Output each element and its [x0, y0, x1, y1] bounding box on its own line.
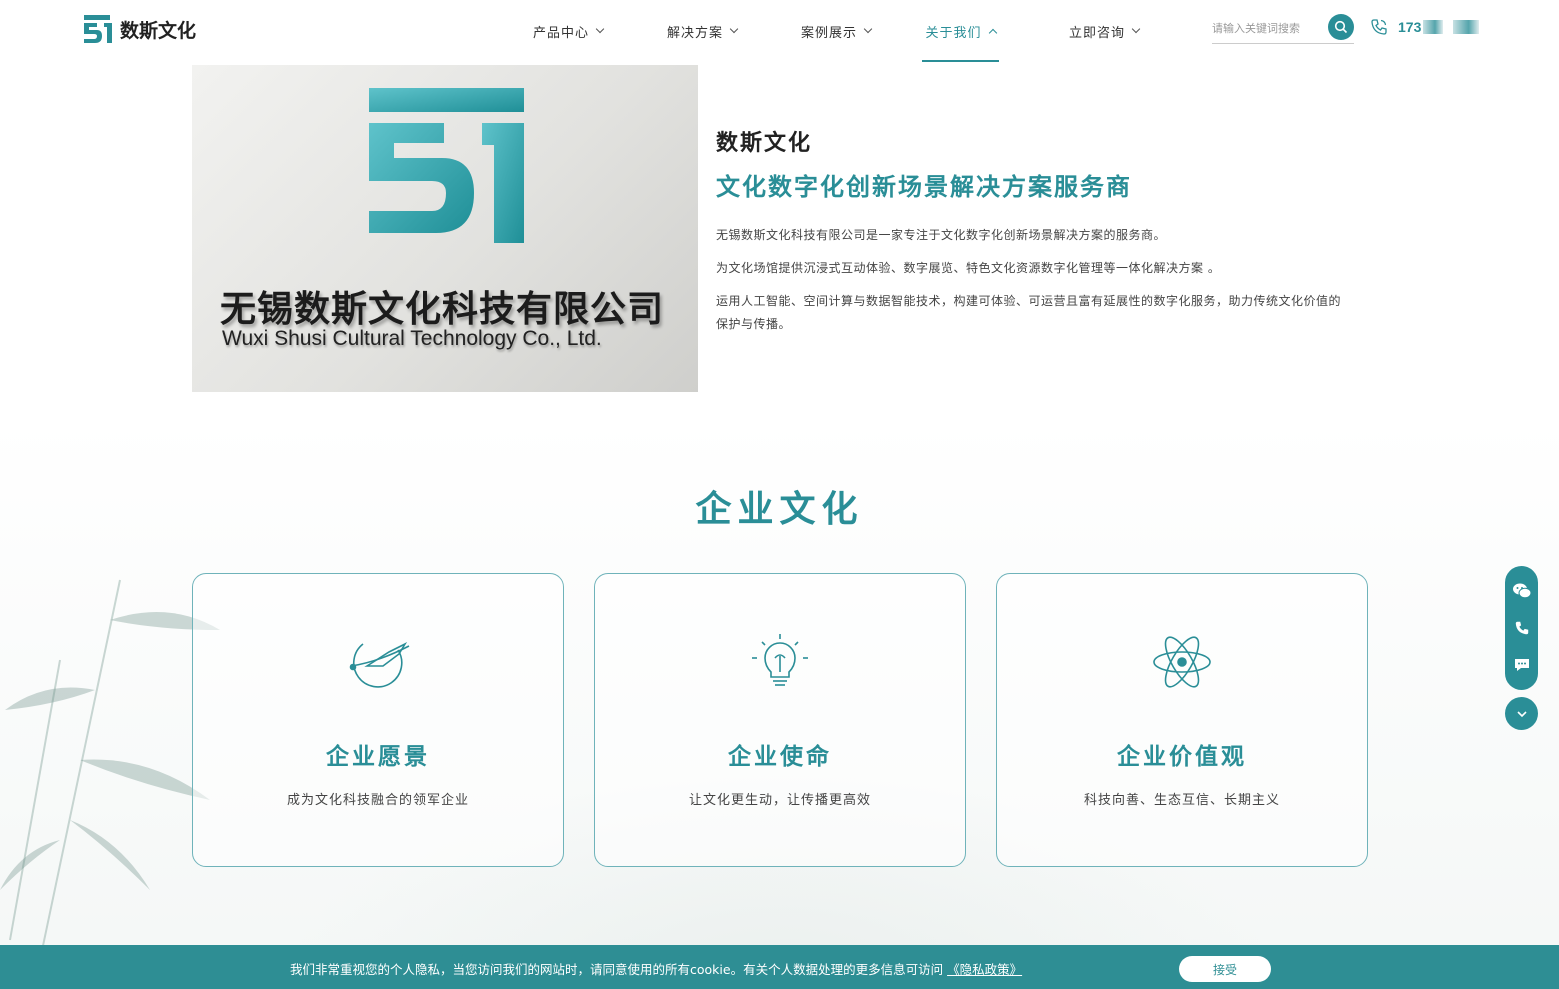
wechat-button[interactable]: [1511, 580, 1533, 602]
phone-icon: [1515, 621, 1528, 635]
card-description: 科技向善、生态互信、长期主义: [1083, 793, 1280, 808]
about-paragraph: 运用人工智能、空间计算与数据智能技术，构建可体验、可运营且富有延展性的数字化服务…: [716, 294, 1342, 331]
site-header: 数斯文化 产品中心 解决方案 案例展示 关于我们 立即咨询 请输入关键词搜索 1…: [0, 0, 1559, 62]
message-icon: [1514, 659, 1529, 672]
culture-cards: 企业愿景 成为文化科技融合的领军企业 企业使命 让文化更生动，让传播更高效 企业…: [192, 573, 1368, 867]
about-paragraph: 为文化场馆提供沉浸式互动体验、数字展览、特色文化资源数字化管理等一体化解决方案 …: [716, 261, 1221, 275]
sign-company-name-en: Wuxi Shusi Cultural Technology Co., Ltd.: [222, 327, 602, 350]
chevron-down-icon: [1516, 710, 1527, 717]
lightbulb-icon: [752, 634, 808, 686]
nav-item-label: 产品中心: [532, 25, 589, 41]
chevron-down-icon: [1131, 24, 1141, 34]
nav-item-solutions[interactable]: 解决方案: [654, 0, 750, 62]
search-icon: [1334, 20, 1348, 34]
cookie-accept-button[interactable]: 接受: [1179, 956, 1271, 982]
card-description: 让文化更生动，让传播更高效: [688, 793, 871, 808]
section-title-culture: 企业文化: [695, 488, 864, 530]
scroll-down-button[interactable]: [1505, 697, 1538, 730]
search-button[interactable]: [1328, 14, 1354, 40]
phone-number-masked: [1453, 20, 1480, 34]
phone-button[interactable]: [1511, 617, 1533, 639]
brand-logo[interactable]: 数斯文化: [82, 14, 196, 44]
nav-item-label: 解决方案: [666, 25, 723, 41]
card-title: 企业使命: [728, 743, 832, 770]
about-company-name: 数斯文化: [716, 130, 813, 156]
card-title: 企业愿景: [326, 743, 430, 770]
message-button[interactable]: [1511, 654, 1533, 676]
chevron-down-icon: [863, 24, 873, 34]
company-logo-sign: [369, 88, 524, 243]
nav-item-products[interactable]: 产品中心: [520, 0, 616, 62]
culture-card-vision: 企业愿景 成为文化科技融合的领军企业: [192, 573, 564, 867]
search-input[interactable]: [1212, 22, 1324, 35]
nav-item-label: 关于我们: [925, 25, 982, 41]
about-paragraph: 无锡数斯文化科技有限公司是一家专注于文化数字化创新场景解决方案的服务商。: [716, 228, 1167, 242]
nav-item-label: 案例展示: [800, 25, 857, 41]
main-nav: 产品中心 解决方案 案例展示 关于我们 立即咨询: [520, 0, 1152, 62]
cookie-consent-bar: 我们非常重视您的个人隐私，当您访问我们的网站时，请同意使用的所有cookie。有…: [0, 945, 1559, 989]
phone-number: 173: [1398, 19, 1422, 35]
sign-company-name-cn: 无锡数斯文化科技有限公司: [220, 289, 665, 330]
nav-item-about[interactable]: 关于我们: [922, 0, 999, 62]
wechat-icon: [1512, 583, 1531, 598]
privacy-policy-link[interactable]: 《隐私政策》: [947, 962, 1022, 977]
phone-icon: [1371, 19, 1387, 35]
chevron-down-icon: [595, 24, 605, 34]
card-title: 企业价值观: [1117, 743, 1247, 770]
atom-icon: [1153, 636, 1211, 688]
floating-contact-bar: [1505, 566, 1538, 690]
about-intro: 数斯文化 文化数字化创新场景解决方案服务商 无锡数斯文化科技有限公司是一家专注于…: [716, 125, 1346, 336]
nav-item-cases[interactable]: 案例展示: [788, 0, 884, 62]
about-slogan: 文化数字化创新场景解决方案服务商: [716, 172, 1132, 201]
nav-item-label: 立即咨询: [1068, 25, 1125, 41]
contact-phone[interactable]: 173: [1370, 18, 1480, 36]
company-sign-photo: 无锡数斯文化科技有限公司 Wuxi Shusi Cultural Technol…: [192, 65, 698, 392]
chevron-down-icon: [729, 24, 739, 34]
card-description: 成为文化科技融合的领军企业: [286, 793, 469, 808]
rocket-globe-icon: [349, 642, 410, 688]
search-box: [1212, 14, 1354, 44]
culture-card-mission: 企业使命 让文化更生动，让传播更高效: [594, 573, 966, 867]
culture-card-values: 企业价值观 科技向善、生态互信、长期主义: [996, 573, 1368, 867]
phone-number-masked: [1423, 20, 1444, 34]
chevron-up-icon: [988, 28, 997, 38]
brand-name: 数斯文化: [120, 19, 197, 42]
brand-logo-icon: [84, 15, 112, 43]
nav-item-consult[interactable]: 立即咨询: [1056, 0, 1152, 62]
cookie-notice-text: 我们非常重视您的个人隐私，当您访问我们的网站时，请同意使用的所有cookie。有…: [290, 962, 944, 977]
cookie-notice: 我们非常重视您的个人隐私，当您访问我们的网站时，请同意使用的所有cookie。有…: [290, 959, 1022, 978]
